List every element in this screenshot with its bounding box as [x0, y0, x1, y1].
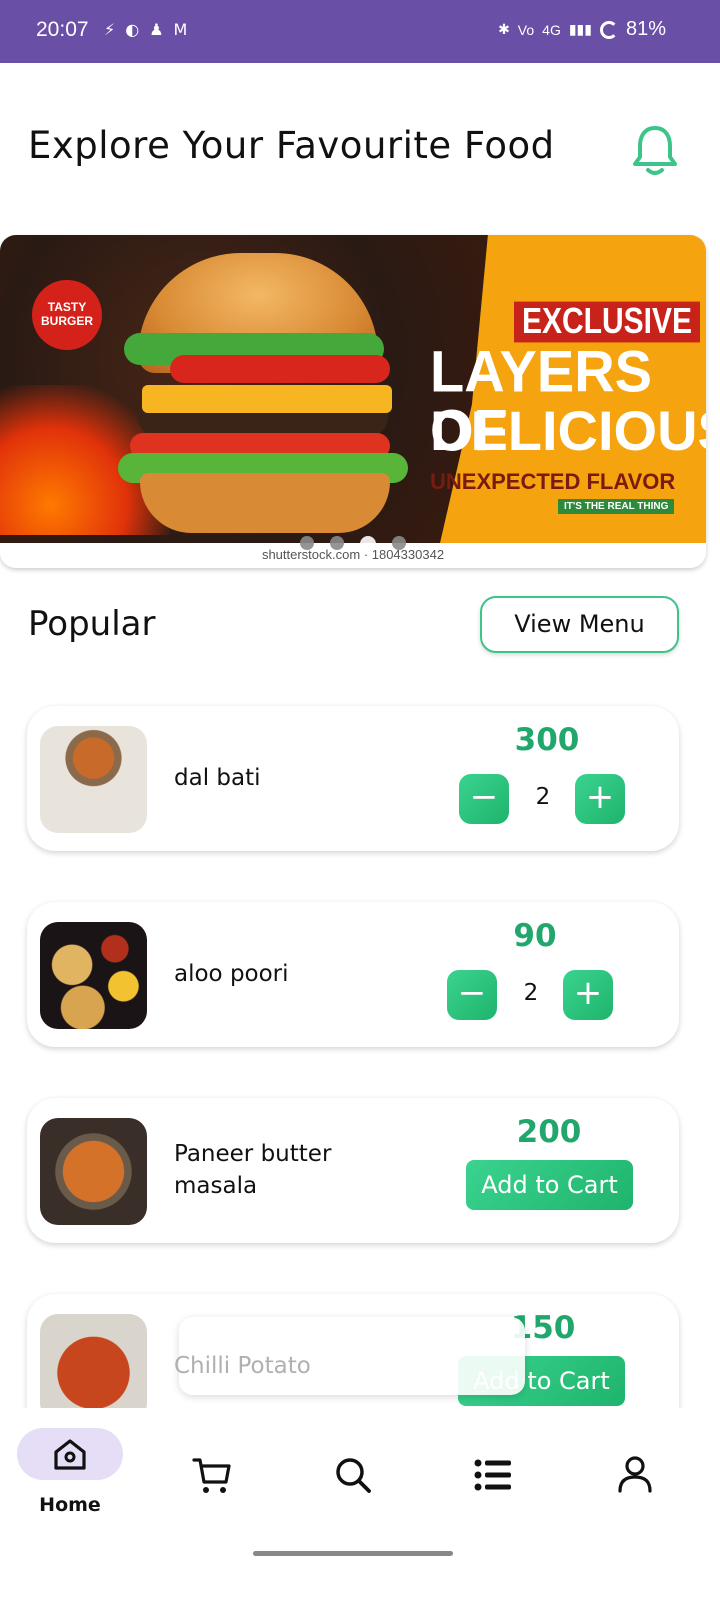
app-icon: ◐ [125, 20, 140, 39]
food-price: 200 [516, 1114, 582, 1150]
notification-icons: ⚡ ◐ ♟ M [104, 20, 187, 39]
home-icon[interactable] [52, 1436, 88, 1472]
status-bar: 20:07 ⚡ ◐ ♟ M ✱ Vo 4G ▮▮▮ 81% [0, 0, 720, 63]
food-name: dal bati [174, 765, 261, 791]
carousel-indicator [300, 536, 406, 552]
food-name: aloo poori [174, 961, 289, 987]
food-price: 90 [513, 918, 557, 954]
nav-home-label[interactable]: Home [30, 1494, 110, 1516]
torch-icon: ⚡ [104, 20, 116, 39]
cart-icon[interactable] [192, 1456, 232, 1496]
food-image-chilli-potato [40, 1314, 147, 1421]
profile-icon[interactable] [617, 1455, 653, 1493]
decrease-quantity-button[interactable]: − [447, 970, 497, 1020]
view-menu-button[interactable]: View Menu [480, 596, 679, 653]
carousel-dot[interactable] [300, 536, 314, 550]
status-time: 20:07 [36, 18, 89, 41]
increase-quantity-button[interactable]: + [575, 774, 625, 824]
carousel-dot[interactable] [330, 536, 344, 550]
banner-real-thing-tag: IT'S THE REAL THING [558, 499, 675, 514]
food-image-paneer-butter-masala [40, 1118, 147, 1225]
food-card[interactable]: dal bati 300 − 2 + [27, 706, 679, 851]
battery-level: 81% [625, 18, 666, 40]
banner-unexpected-flavor: UNEXPECTED FLAVOR [430, 469, 676, 494]
list-icon[interactable] [474, 1458, 512, 1492]
tasty-burger-badge: TASTY BURGER [32, 280, 102, 350]
food-card[interactable]: aloo poori 90 − 2 + [27, 902, 679, 1047]
food-card[interactable]: Paneer butter masala 200 Add to Cart [27, 1098, 679, 1243]
bluetooth-icon: ✱ [498, 21, 510, 37]
quantity-value: 2 [535, 784, 551, 810]
banner-delicious: DELICIOUS [430, 399, 706, 462]
food-price: 300 [514, 722, 580, 758]
increase-quantity-button[interactable]: + [563, 970, 613, 1020]
food-name: Chilli Potato [174, 1353, 311, 1379]
gmail-icon: M [173, 20, 188, 39]
food-image-aloo-poori [40, 922, 147, 1029]
burger-bun-bottom [140, 473, 390, 533]
notification-bell-icon[interactable] [632, 124, 678, 176]
food-name: Paneer butter masala [174, 1141, 332, 1199]
volte-icon: Vo [517, 21, 535, 38]
quantity-value: 2 [523, 980, 539, 1006]
carousel-dot-active[interactable] [360, 536, 376, 552]
burger-tomato [170, 355, 390, 383]
search-icon[interactable] [334, 1456, 372, 1494]
battery-icon [599, 20, 618, 39]
gesture-bar[interactable] [253, 1551, 453, 1556]
network-label: 4G [542, 21, 561, 38]
burger-cheese [142, 385, 392, 413]
decrease-quantity-button[interactable]: − [459, 774, 509, 824]
status-right: ✱ Vo 4G ▮▮▮ 81% [498, 18, 666, 41]
promo-banner-carousel[interactable]: TASTY BURGER EXCLUSIVE LAYERS OF DELICIO… [0, 235, 706, 568]
banner-exclusive: EXCLUSIVE [514, 301, 701, 343]
add-to-cart-button[interactable]: Add to Cart [466, 1160, 633, 1210]
user-app-icon: ♟ [149, 20, 164, 39]
signal-icon: ▮▮▮ [568, 21, 592, 37]
section-title-popular: Popular [28, 604, 156, 644]
carousel-dot[interactable] [392, 536, 406, 550]
food-image-dal-bati [40, 726, 147, 833]
page-title: Explore Your Favourite Food [28, 124, 555, 167]
